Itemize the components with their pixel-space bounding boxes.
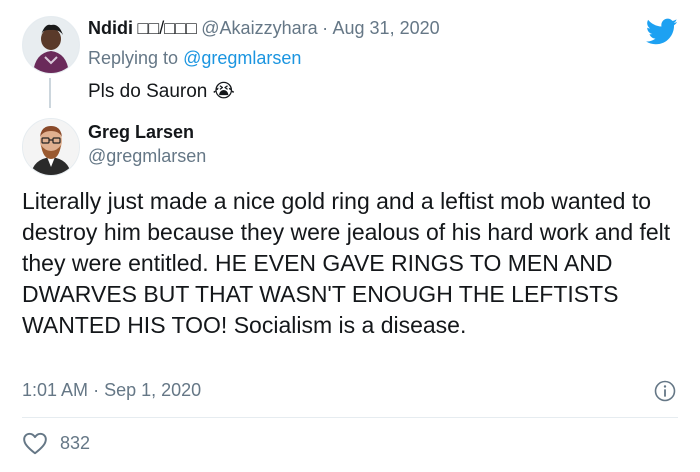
replying-to-line: Replying to @gregmlarsen bbox=[88, 48, 301, 69]
main-display-name[interactable]: Greg Larsen bbox=[88, 122, 194, 143]
main-handle[interactable]: @gregmlarsen bbox=[88, 146, 206, 167]
reply-separator: · bbox=[322, 18, 329, 38]
reply-name-symbols: □□/□□□ bbox=[137, 18, 197, 38]
tweet-divider bbox=[22, 417, 678, 418]
reply-avatar-image bbox=[23, 17, 79, 73]
info-icon[interactable] bbox=[654, 380, 676, 402]
main-date: Sep 1, 2020 bbox=[104, 380, 202, 400]
reply-text: Pls do Sauron 😭 bbox=[88, 80, 235, 103]
crying-emoji: 😭 bbox=[212, 81, 235, 102]
reply-handle[interactable]: @Akaizzyhara bbox=[201, 18, 317, 38]
reply-date[interactable]: Aug 31, 2020 bbox=[333, 18, 440, 38]
heart-icon bbox=[22, 431, 48, 455]
reply-author-avatar[interactable] bbox=[22, 16, 80, 74]
reply-display-name[interactable]: Ndidi bbox=[88, 18, 133, 38]
twitter-bird-icon[interactable] bbox=[645, 18, 678, 46]
thread-connector-line bbox=[49, 78, 51, 108]
main-author-avatar[interactable] bbox=[22, 118, 80, 176]
reply-header: Ndidi □□/□□□ @Akaizzyhara · Aug 31, 2020 bbox=[88, 18, 440, 39]
main-tweet-timestamp[interactable]: 1:01 AM · Sep 1, 2020 bbox=[22, 380, 201, 401]
main-tweet-text: Literally just made a nice gold ring and… bbox=[22, 188, 671, 338]
like-count: 832 bbox=[60, 432, 91, 453]
replying-to-handle-link[interactable]: @gregmlarsen bbox=[183, 48, 301, 68]
main-time: 1:01 AM bbox=[22, 380, 89, 400]
replying-to-label: Replying to bbox=[88, 48, 179, 68]
main-separator: · bbox=[93, 380, 100, 400]
like-button[interactable]: 832 bbox=[22, 430, 90, 456]
main-avatar-image bbox=[23, 119, 79, 175]
reply-text-body: Pls do Sauron bbox=[88, 81, 208, 102]
